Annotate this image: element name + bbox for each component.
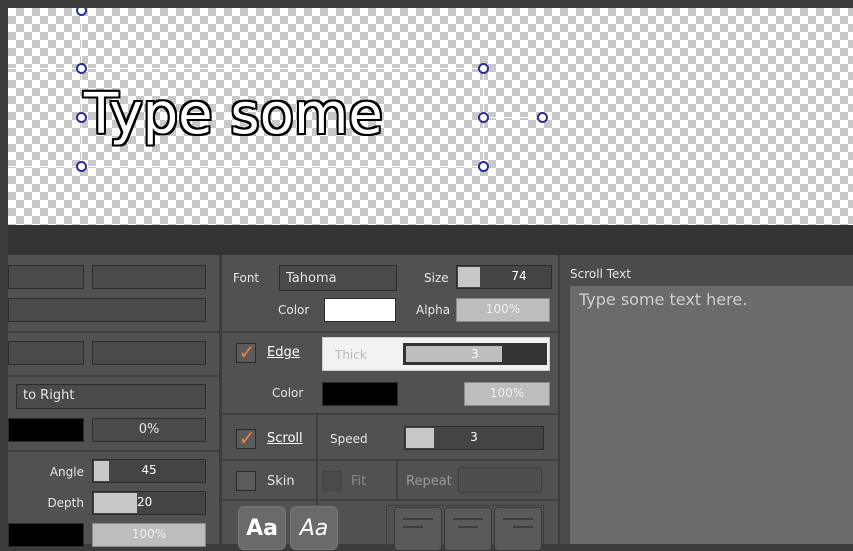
text-style-panel: Font Tahoma Size 74 Color Alpha 100% ✓ E…: [222, 255, 558, 551]
font-select[interactable]: Tahoma: [279, 265, 397, 291]
left-divider-2: [8, 375, 219, 377]
depth-label: Depth: [47, 496, 84, 510]
thick-label: Thick: [335, 348, 367, 362]
separator-bar: [8, 225, 853, 255]
italic-style-button[interactable]: Aa: [290, 506, 338, 550]
selection-guide-vertical: [81, 8, 82, 168]
mid-divider-4: [222, 499, 558, 501]
left-divider-1: [8, 331, 219, 333]
align-right-icon-bar-2: [513, 526, 533, 528]
left-field-1b[interactable]: [92, 265, 206, 289]
mid-divider-3: [222, 459, 558, 461]
resize-handle-top-left[interactable]: [76, 63, 87, 74]
alpha-label: Alpha: [416, 303, 451, 317]
preview-canvas[interactable]: Type some: [8, 8, 853, 225]
resize-handle-bottom-left[interactable]: [76, 161, 87, 172]
fit-checkbox[interactable]: [322, 471, 342, 491]
skin-label: Skin: [267, 474, 295, 489]
edge-label[interactable]: Edge: [267, 345, 300, 360]
scroll-text-input[interactable]: Type some text here.: [570, 286, 853, 544]
scroll-text-title: Scroll Text: [570, 267, 631, 281]
depth-slider[interactable]: 20: [92, 491, 206, 515]
font-label: Font: [233, 271, 260, 285]
speed-label: Speed: [330, 432, 368, 446]
depth-value: 20: [137, 495, 153, 509]
fit-label: Fit: [351, 474, 367, 489]
size-slider-fill: [458, 267, 480, 287]
left-field-2[interactable]: [8, 298, 206, 322]
gradient-color-swatch[interactable]: [8, 418, 84, 442]
align-center-icon-bar-1: [453, 518, 483, 520]
font-color-swatch[interactable]: [324, 298, 396, 322]
align-left-icon-bar-1: [403, 518, 433, 520]
rotation-arm: [484, 117, 542, 118]
align-left-button[interactable]: [394, 507, 442, 551]
mid-divider-2: [222, 413, 558, 415]
scroll-check-icon: ✓: [238, 426, 256, 450]
resize-handle-middle-left[interactable]: [76, 112, 87, 123]
skin-checkbox[interactable]: [236, 471, 256, 491]
scroll-checkbox[interactable]: ✓: [236, 426, 256, 450]
angle-slider[interactable]: 45: [92, 459, 206, 483]
align-left-icon-bar-2: [403, 526, 423, 528]
repeat-label: Repeat: [406, 474, 452, 489]
size-slider[interactable]: 74: [456, 265, 552, 289]
alpha-field[interactable]: 100%: [456, 298, 550, 322]
resize-handle-top-right[interactable]: [478, 63, 489, 74]
align-center-button[interactable]: [444, 507, 492, 551]
rotate-handle[interactable]: [537, 112, 548, 123]
mid-divider-v2: [396, 461, 398, 499]
edge-checkbox[interactable]: ✓: [236, 340, 256, 364]
bold-style-button[interactable]: Aa: [238, 506, 286, 550]
resize-handle-middle-right[interactable]: [478, 112, 489, 123]
left-field-3b[interactable]: [92, 341, 206, 365]
gradient-percent-field[interactable]: 0%: [92, 418, 206, 442]
left-field-1a[interactable]: [8, 265, 84, 289]
left-field-3a[interactable]: [8, 341, 84, 365]
align-right-button[interactable]: [494, 507, 542, 551]
opacity-field[interactable]: 100%: [92, 523, 206, 547]
thick-slider[interactable]: 3: [403, 343, 547, 365]
mid-divider-1: [222, 331, 558, 333]
angle-label: Angle: [49, 465, 84, 479]
edge-check-icon: ✓: [238, 340, 256, 364]
align-right-icon-bar-1: [503, 518, 533, 520]
size-label: Size: [424, 271, 449, 285]
speed-value: 3: [470, 430, 478, 444]
left-divider-3: [8, 450, 219, 452]
preview-text[interactable]: Type some: [84, 76, 383, 154]
edge-alpha-field[interactable]: 100%: [464, 382, 550, 406]
align-center-icon-bar-2: [458, 526, 478, 528]
edge-color-label: Color: [272, 386, 304, 400]
left-properties-panel: to Right 0% Angle 45 Depth 20 100%: [8, 255, 219, 547]
repeat-field[interactable]: [458, 467, 542, 493]
speed-slider[interactable]: 3: [404, 426, 544, 450]
size-value: 74: [511, 269, 527, 283]
resize-handle-top-center[interactable]: [76, 8, 87, 16]
opacity-color-swatch[interactable]: [8, 523, 84, 547]
thick-value: 3: [471, 347, 479, 361]
thick-control[interactable]: Thick 3: [322, 337, 550, 371]
direction-field[interactable]: to Right: [16, 384, 206, 409]
font-color-label: Color: [278, 303, 310, 317]
edge-color-swatch[interactable]: [322, 382, 398, 406]
angle-value: 45: [141, 463, 157, 477]
resize-handle-bottom-right[interactable]: [478, 161, 489, 172]
scroll-label[interactable]: Scroll: [267, 431, 303, 446]
